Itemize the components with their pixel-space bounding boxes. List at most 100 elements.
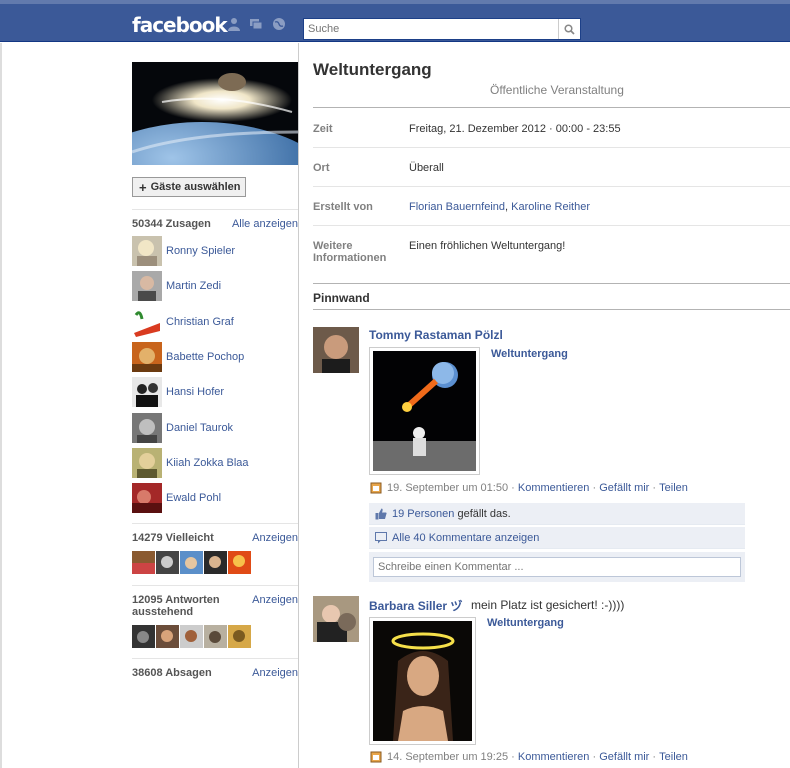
search-button[interactable] bbox=[558, 19, 580, 39]
post-author-avatar[interactable] bbox=[313, 596, 359, 642]
likes-text: gefällt das. bbox=[457, 507, 511, 520]
guest-item[interactable]: Ronny Spieler bbox=[132, 236, 298, 266]
avatar[interactable] bbox=[204, 551, 227, 574]
declined-count: 38608 Absagen bbox=[132, 667, 212, 679]
more-info-label-line1: Weitere bbox=[313, 240, 353, 252]
search-input[interactable] bbox=[304, 19, 554, 39]
post-photo[interactable] bbox=[369, 347, 480, 475]
comment-bubble-icon bbox=[375, 531, 387, 543]
guest-name: Ewald Pohl bbox=[166, 492, 222, 504]
avatar[interactable] bbox=[228, 551, 251, 574]
avatar[interactable] bbox=[180, 625, 203, 648]
likes-count-link[interactable]: 19 Personen bbox=[392, 508, 454, 520]
avatar[interactable] bbox=[204, 625, 227, 648]
info-divider bbox=[313, 107, 790, 108]
more-info-value: Einen fröhlichen Weltuntergang! bbox=[409, 240, 566, 252]
post-author-name[interactable]: Tommy Rastaman Pölzl bbox=[369, 328, 503, 342]
post-date[interactable]: 19. September um 01:50 bbox=[387, 482, 508, 494]
comment-link[interactable]: Kommentieren bbox=[518, 482, 590, 494]
guest-name: Martin Zedi bbox=[166, 280, 222, 292]
going-header: 50344 Zusagen Alle anzeigen bbox=[132, 218, 298, 230]
select-guests-button[interactable]: + Gäste auswählen bbox=[132, 177, 246, 197]
guest-item[interactable]: Babette Pochop bbox=[132, 342, 298, 372]
show-all-comments-link[interactable]: Alle 40 Kommentare anzeigen bbox=[392, 532, 539, 544]
comments-row[interactable]: Alle 40 Kommentare anzeigen bbox=[369, 527, 745, 549]
awaiting-header: 12095 Antworten ausstehend Anzeigen bbox=[132, 594, 298, 618]
share-link[interactable]: Teilen bbox=[659, 482, 688, 494]
avatar bbox=[132, 448, 162, 478]
maybe-thumbnails bbox=[132, 551, 251, 574]
avatar bbox=[132, 236, 162, 266]
guest-item[interactable]: Kiiah Zokka Blaa bbox=[132, 448, 298, 478]
post-attachment-link[interactable]: Weltuntergang bbox=[491, 348, 568, 360]
search-box bbox=[303, 18, 581, 40]
wall-divider bbox=[313, 309, 790, 310]
search-icon bbox=[564, 23, 575, 35]
info-divider bbox=[313, 225, 790, 226]
avatar bbox=[132, 377, 162, 407]
like-link[interactable]: Gefällt mir bbox=[599, 482, 649, 494]
facebook-logo[interactable]: facebook bbox=[132, 13, 228, 37]
going-count: 50344 Zusagen bbox=[132, 218, 211, 230]
avatar[interactable] bbox=[156, 551, 179, 574]
wall-title: Pinnwand bbox=[313, 291, 370, 305]
like-link[interactable]: Gefällt mir bbox=[599, 751, 649, 763]
comment-input[interactable] bbox=[373, 557, 741, 577]
likes-row: 19 Personen gefällt das. bbox=[369, 503, 745, 525]
plus-icon: + bbox=[139, 179, 147, 195]
friend-requests-icon[interactable] bbox=[227, 17, 241, 31]
creator-link[interactable]: Florian Bauernfeind bbox=[409, 201, 505, 213]
place-label: Ort bbox=[313, 162, 330, 174]
avatar[interactable] bbox=[228, 625, 251, 648]
place-value: Überall bbox=[409, 162, 444, 174]
post-meta: 19. September um 01:50 · Kommentieren · … bbox=[370, 482, 688, 494]
notifications-globe-icon[interactable] bbox=[272, 17, 286, 31]
share-link[interactable]: Teilen bbox=[659, 751, 688, 763]
comment-box bbox=[369, 552, 745, 582]
guest-name: Christian Graf bbox=[166, 316, 234, 328]
messages-icon[interactable] bbox=[249, 17, 263, 31]
sidebar-divider bbox=[132, 209, 298, 210]
creator-link[interactable]: Karoline Reither bbox=[511, 201, 590, 213]
maybe-show-link[interactable]: Anzeigen bbox=[252, 532, 298, 544]
event-type: Öffentliche Veranstaltung bbox=[490, 83, 624, 97]
avatar[interactable] bbox=[132, 551, 155, 574]
thumbs-up-icon bbox=[375, 508, 387, 519]
creator-separator: , bbox=[505, 201, 509, 213]
avatar bbox=[132, 483, 162, 513]
post-meta: 14. September um 19:25 · Kommentieren · … bbox=[370, 751, 688, 763]
top-bar: facebook bbox=[0, 0, 790, 42]
comment-link[interactable]: Kommentieren bbox=[518, 751, 590, 763]
post-attachment-link[interactable]: Weltuntergang bbox=[487, 617, 564, 629]
awaiting-show-link[interactable]: Anzeigen bbox=[252, 594, 298, 606]
info-divider bbox=[313, 186, 790, 187]
guest-item[interactable]: Hansi Hofer bbox=[132, 377, 298, 407]
avatar bbox=[132, 342, 162, 372]
maybe-count: 14279 Vielleicht bbox=[132, 532, 214, 544]
sidebar-divider bbox=[132, 523, 298, 524]
avatar bbox=[132, 271, 162, 301]
post-date[interactable]: 14. September um 19:25 bbox=[387, 751, 508, 763]
sidebar-divider bbox=[132, 585, 298, 586]
post-photo[interactable] bbox=[369, 617, 476, 745]
event-title: Weltuntergang bbox=[313, 60, 432, 79]
avatar[interactable] bbox=[156, 625, 179, 648]
avatar[interactable] bbox=[180, 551, 203, 574]
guest-item[interactable]: Ewald Pohl bbox=[132, 483, 298, 513]
guest-name: Babette Pochop bbox=[166, 351, 245, 363]
guest-item[interactable]: Daniel Taurok bbox=[132, 413, 298, 443]
guest-item[interactable]: Christian Graf bbox=[132, 307, 298, 337]
time-value: Freitag, 21. Dezember 2012 · 00:00 - 23:… bbox=[409, 123, 621, 135]
photo-post-icon bbox=[370, 482, 382, 494]
post-author-name[interactable]: Barbara Siller ヅ bbox=[369, 597, 462, 614]
photo-post-icon bbox=[370, 751, 382, 763]
guest-name: Kiiah Zokka Blaa bbox=[166, 457, 249, 469]
awaiting-count: 12095 Antworten bbox=[132, 594, 220, 606]
event-cover-image[interactable] bbox=[132, 62, 298, 165]
declined-show-link[interactable]: Anzeigen bbox=[252, 667, 298, 679]
guest-item[interactable]: Martin Zedi bbox=[132, 271, 298, 301]
avatar[interactable] bbox=[132, 625, 155, 648]
post-author-avatar[interactable] bbox=[313, 327, 359, 373]
going-show-all-link[interactable]: Alle anzeigen bbox=[232, 218, 298, 230]
created-by-label: Erstellt von bbox=[313, 201, 373, 213]
